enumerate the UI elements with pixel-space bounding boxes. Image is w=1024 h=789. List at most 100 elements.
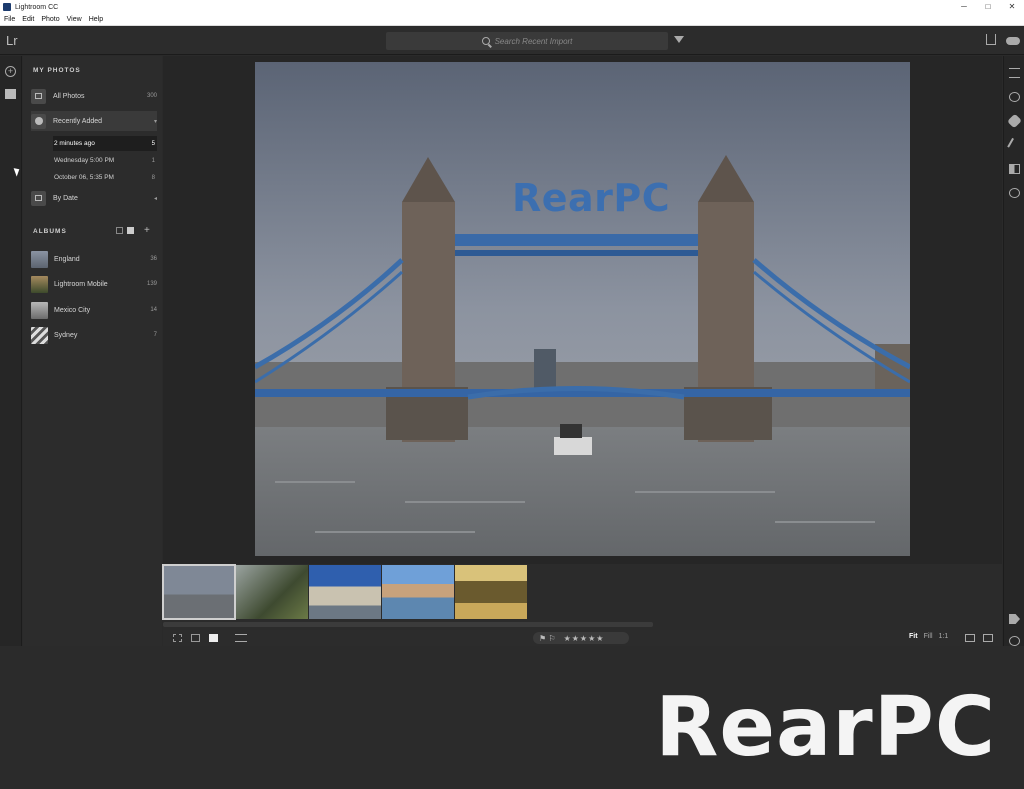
album-item[interactable]: Lightroom Mobile 139 bbox=[31, 274, 157, 294]
recent-item-label: October 06, 5:35 PM bbox=[54, 174, 114, 181]
search-placeholder: Search Recent Import bbox=[494, 36, 573, 46]
filmstrip-thumbnail[interactable] bbox=[162, 564, 236, 620]
recent-item-label: Wednesday 5:00 PM bbox=[54, 157, 115, 164]
cloud-icon[interactable] bbox=[1006, 37, 1020, 45]
album-count: 7 bbox=[153, 332, 157, 338]
recent-item-count: 1 bbox=[151, 157, 155, 164]
recently-added-label: Recently Added bbox=[53, 117, 103, 125]
menu-file[interactable]: File bbox=[4, 16, 15, 23]
menu-view[interactable]: View bbox=[67, 16, 82, 23]
recent-item[interactable]: 2 minutes ago 5 bbox=[53, 136, 157, 151]
watermark-text: RearPC bbox=[655, 680, 996, 775]
albums-title: ALBUMS bbox=[33, 228, 67, 235]
menu-bar: File Edit Photo View Help bbox=[0, 14, 1024, 26]
album-label: Lightroom Mobile bbox=[54, 280, 108, 288]
close-button[interactable]: ✕ bbox=[1000, 0, 1024, 14]
add-photos-icon[interactable]: + bbox=[5, 66, 16, 77]
zoom-controls: Fit Fill 1:1 bbox=[909, 633, 954, 640]
album-count: 36 bbox=[150, 256, 157, 262]
detail-view-icon[interactable] bbox=[209, 634, 218, 642]
photo-viewer[interactable]: RearPC bbox=[163, 56, 1002, 564]
crop-rotate-icon[interactable] bbox=[1009, 92, 1020, 102]
filter-icon[interactable] bbox=[674, 36, 684, 43]
info-icon[interactable] bbox=[1009, 636, 1020, 646]
compare-icon[interactable] bbox=[983, 634, 993, 642]
album-thumbnail bbox=[31, 250, 48, 268]
library-icon[interactable] bbox=[5, 89, 16, 99]
zoom-fill[interactable]: Fill bbox=[924, 633, 933, 640]
album-item[interactable]: Mexico City 14 bbox=[31, 300, 157, 320]
maximize-button[interactable]: □ bbox=[976, 0, 1000, 14]
linear-gradient-icon[interactable] bbox=[1009, 164, 1020, 174]
recent-item[interactable]: October 06, 5:35 PM 8 bbox=[53, 170, 157, 185]
edit-sliders-icon[interactable] bbox=[1009, 68, 1020, 78]
list-view-icon[interactable] bbox=[116, 227, 123, 234]
album-label: Sydney bbox=[54, 331, 78, 339]
menu-photo[interactable]: Photo bbox=[41, 16, 59, 23]
clock-icon bbox=[31, 113, 46, 129]
watermark-band: RearPC bbox=[0, 646, 1024, 789]
brush-icon[interactable] bbox=[1007, 137, 1022, 153]
recent-item-label: 2 minutes ago bbox=[54, 140, 95, 147]
window-titlebar: Lightroom CC ─ □ ✕ bbox=[0, 0, 1024, 14]
flag-icons[interactable]: ⚑ ⚐ bbox=[539, 634, 556, 643]
photos-icon bbox=[31, 88, 46, 104]
square-grid-icon[interactable] bbox=[173, 634, 182, 642]
album-count: 139 bbox=[146, 281, 157, 287]
mouse-cursor-icon bbox=[13, 166, 22, 177]
search-icon bbox=[481, 37, 490, 45]
filmstrip-thumbnail[interactable] bbox=[309, 565, 381, 619]
share-icon[interactable] bbox=[986, 34, 996, 45]
album-thumbnail bbox=[31, 326, 48, 344]
chevron-left-icon[interactable]: ◂ bbox=[154, 195, 157, 202]
all-photos-label: All Photos bbox=[53, 92, 85, 100]
my-photos-title: MY PHOTOS bbox=[33, 67, 81, 74]
filmstrip bbox=[162, 564, 1002, 630]
rating-control: ⚑ ⚐ ★★★★★ bbox=[533, 632, 629, 644]
all-photos-item[interactable]: All Photos 300 bbox=[31, 86, 157, 106]
app-window: Lightroom CC ─ □ ✕ File Edit Photo View … bbox=[0, 0, 1024, 789]
left-icon-rail: + bbox=[0, 56, 22, 646]
app-header: Lr Search Recent Import bbox=[0, 27, 1024, 55]
filmstrip-thumbnail[interactable] bbox=[382, 565, 454, 619]
albums-tools: + bbox=[116, 226, 150, 236]
watermark-text: RearPC bbox=[512, 176, 671, 220]
sort-icon[interactable] bbox=[235, 634, 247, 642]
menu-help[interactable]: Help bbox=[89, 16, 103, 23]
album-thumbnail bbox=[31, 301, 48, 319]
bottom-toolbar: ⚑ ⚐ ★★★★★ Fit Fill 1:1 bbox=[163, 630, 1002, 646]
grid-view-icon[interactable] bbox=[127, 227, 134, 234]
lr-logo[interactable]: Lr bbox=[6, 33, 18, 48]
recently-added-item[interactable]: Recently Added ▾ bbox=[31, 111, 157, 131]
search-input[interactable]: Search Recent Import bbox=[386, 32, 668, 50]
filmstrip-thumbnail[interactable] bbox=[236, 565, 308, 619]
radial-gradient-icon[interactable] bbox=[1009, 188, 1020, 198]
add-album-icon[interactable]: + bbox=[144, 226, 150, 236]
left-panel: MY PHOTOS All Photos 300 Recently Added … bbox=[23, 56, 162, 646]
album-label: Mexico City bbox=[54, 306, 91, 314]
tag-icon[interactable] bbox=[1009, 614, 1020, 624]
filmstrip-thumbnail[interactable] bbox=[455, 565, 527, 619]
album-item[interactable]: Sydney 7 bbox=[31, 325, 157, 345]
menu-edit[interactable]: Edit bbox=[22, 16, 34, 23]
filmstrip-toggle-icon[interactable] bbox=[965, 634, 975, 642]
recent-item[interactable]: Wednesday 5:00 PM 1 bbox=[53, 153, 157, 168]
by-date-item[interactable]: By Date ◂ bbox=[31, 188, 157, 208]
window-controls: ─ □ ✕ bbox=[952, 0, 1024, 14]
album-item[interactable]: England 36 bbox=[31, 249, 157, 269]
photo-grid-icon[interactable] bbox=[191, 634, 200, 642]
zoom-fit[interactable]: Fit bbox=[909, 633, 918, 640]
recent-item-count: 5 bbox=[151, 140, 155, 147]
album-thumbnail bbox=[31, 275, 48, 293]
album-count: 14 bbox=[150, 307, 157, 313]
zoom-1-1[interactable]: 1:1 bbox=[939, 633, 949, 640]
window-title: Lightroom CC bbox=[15, 3, 59, 11]
by-date-label: By Date bbox=[53, 194, 78, 202]
all-photos-count: 300 bbox=[146, 93, 157, 99]
filmstrip-scrollbar[interactable] bbox=[163, 622, 653, 627]
star-rating[interactable]: ★★★★★ bbox=[564, 634, 605, 643]
healing-brush-icon[interactable] bbox=[1007, 113, 1022, 129]
main-photo bbox=[255, 62, 910, 556]
chevron-down-icon[interactable]: ▾ bbox=[154, 118, 157, 125]
minimize-button[interactable]: ─ bbox=[952, 0, 976, 14]
